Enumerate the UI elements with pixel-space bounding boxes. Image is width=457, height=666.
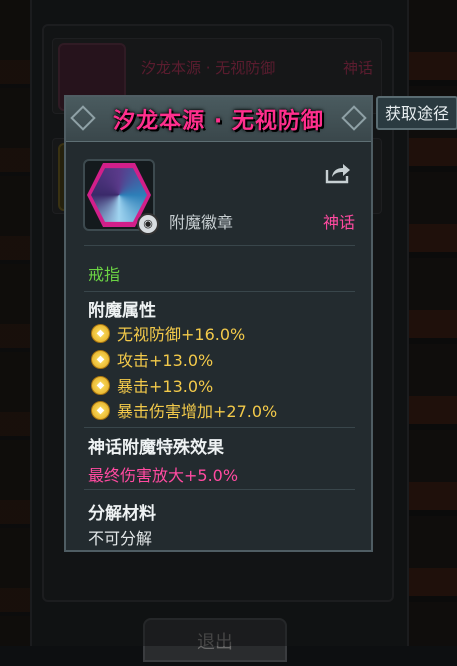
item-rarity: 神话 xyxy=(322,213,355,232)
attribute-row: ◆ 暴击+13.0% xyxy=(91,374,213,396)
special-effect-header: 神话附魔特殊效果 xyxy=(88,438,224,458)
attribute-coin-icon: ◆ xyxy=(91,400,110,420)
item-title: 汐龙本源 · 无视防御 xyxy=(113,109,324,134)
attribute-coin-icon: ◆ xyxy=(91,349,110,369)
attribute-row: ◆ 攻击+13.0% xyxy=(91,348,213,370)
special-effect-text: 最终伤害放大+5.0% xyxy=(88,466,239,485)
divider xyxy=(84,489,355,490)
title-bar: 汐龙本源 · 无视防御 xyxy=(66,97,371,142)
equipment-slot: 戒指 xyxy=(88,265,121,284)
item-type: 附魔徽章 xyxy=(169,213,234,232)
attribute-text: 暴击+13.0% xyxy=(117,377,214,396)
decompose-value: 不可分解 xyxy=(88,529,153,548)
attribute-row: ◆ 无视防御+16.0% xyxy=(91,322,245,344)
attribute-coin-icon: ◆ xyxy=(91,375,110,395)
get-route-button[interactable]: 获取途径 xyxy=(376,96,457,130)
share-icon[interactable] xyxy=(324,161,352,185)
decompose-header: 分解材料 xyxy=(88,504,156,524)
attribute-row: ◆ 暴击伤害增加+27.0% xyxy=(91,399,277,421)
attribute-text: 无视防御+16.0% xyxy=(117,325,246,344)
divider xyxy=(84,427,355,428)
item-detail-panel: 汐龙本源 · 无视防御 ◉ 附魔徽章 神话 戒指 附魔属性 ◆ 无视防御+16.… xyxy=(64,95,373,552)
divider xyxy=(84,291,355,292)
attribute-text: 暴击伤害增加+27.0% xyxy=(117,402,278,421)
bound-badge-icon: ◉ xyxy=(137,213,159,235)
attribute-text: 攻击+13.0% xyxy=(117,351,214,370)
item-icon: ◉ xyxy=(83,159,159,235)
divider xyxy=(84,245,355,246)
attributes-header: 附魔属性 xyxy=(88,301,156,321)
attribute-coin-icon: ◆ xyxy=(91,323,110,343)
